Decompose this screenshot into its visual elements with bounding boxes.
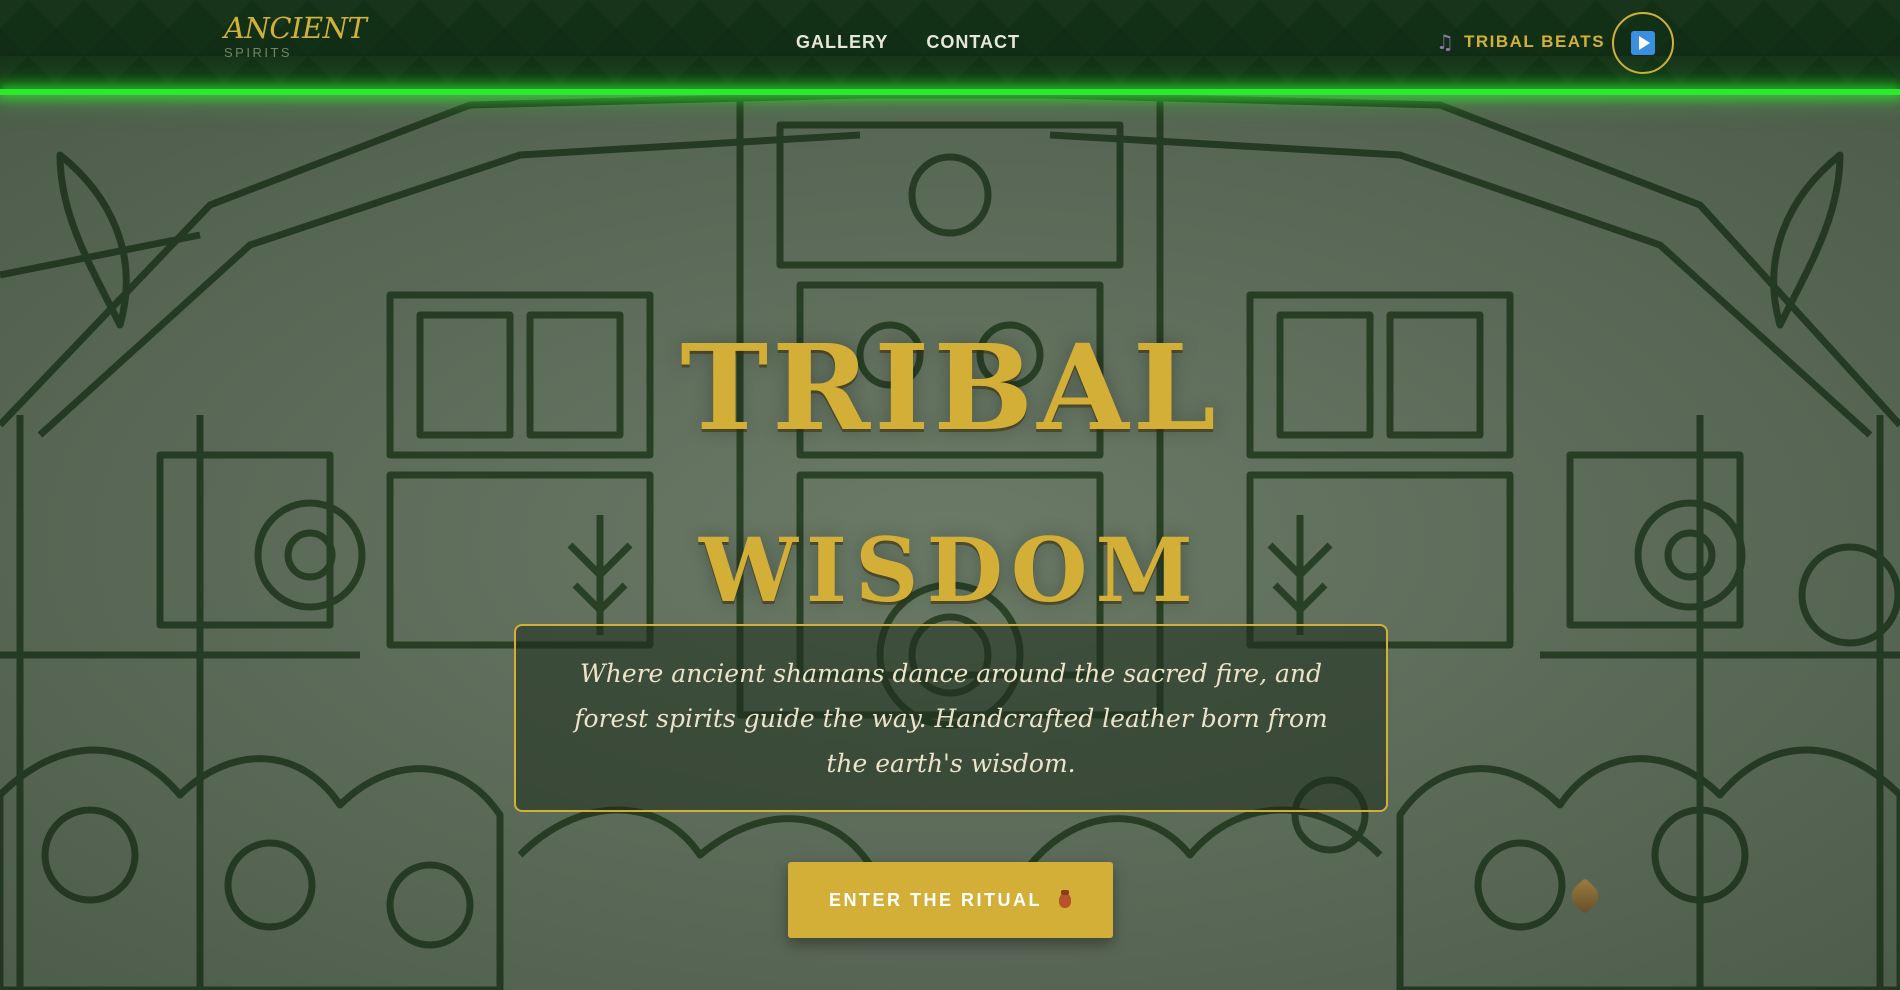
play-icon <box>1631 31 1655 55</box>
brand-name: ANCIENT <box>224 11 367 45</box>
hero-title-line1: TRIBAL <box>680 318 1220 458</box>
music-player-label: ♫ TRIBAL BEATS <box>1436 32 1605 52</box>
page: ANCIENT SPIRITS GALLERY CONTACT ♫ TRIBAL… <box>0 0 1900 990</box>
hero-section: TRIBAL WISDOM Where ancient shamans danc… <box>0 95 1900 990</box>
play-button[interactable] <box>1612 12 1674 74</box>
cta-label: ENTER THE RITUAL <box>829 889 1042 910</box>
music-title: TRIBAL BEATS <box>1463 32 1606 51</box>
nav-link-gallery[interactable]: GALLERY <box>796 32 888 53</box>
enter-ritual-button[interactable]: ENTER THE RITUAL <box>788 862 1113 938</box>
tagline-box: Where ancient shamans dance around the s… <box>514 624 1388 812</box>
brand-logo[interactable]: ANCIENT SPIRITS <box>224 11 367 60</box>
hero-title-line2: WISDOM <box>699 518 1201 623</box>
music-note-icon: ♫ <box>1436 30 1454 54</box>
clay-pot-icon <box>1058 889 1072 911</box>
nav-links: GALLERY CONTACT <box>796 32 1020 53</box>
brand-subtitle: SPIRITS <box>224 45 293 60</box>
nav-link-contact[interactable]: CONTACT <box>926 32 1020 53</box>
tagline-text: Where ancient shamans dance around the s… <box>574 658 1328 778</box>
navbar: ANCIENT SPIRITS GALLERY CONTACT ♫ TRIBAL… <box>0 0 1900 90</box>
navbar-glow-divider <box>0 89 1900 95</box>
